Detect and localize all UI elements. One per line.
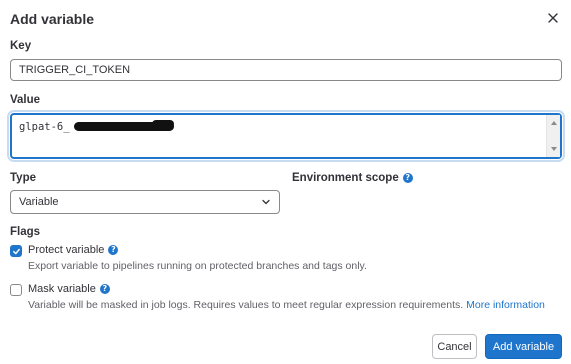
modal-title: Add variable — [10, 11, 95, 27]
type-label: Type — [10, 172, 36, 184]
textarea-scrollbar[interactable] — [546, 115, 560, 157]
scroll-up-icon[interactable] — [550, 119, 558, 127]
key-label: Key — [10, 40, 32, 52]
environment-scope-label-text: Environment scope — [292, 172, 399, 184]
question-icon[interactable]: ? — [108, 245, 119, 256]
value-text: glpat-6_ — [19, 121, 70, 133]
close-icon[interactable] — [545, 10, 561, 26]
add-variable-button[interactable]: Add variable — [485, 334, 562, 359]
key-input-value: TRIGGER_CI_TOKEN — [19, 64, 131, 76]
protect-variable-help: Export variable to pipelines running on … — [28, 260, 367, 272]
mask-variable-help: Variable will be masked in job logs. Req… — [28, 299, 464, 311]
chevron-down-icon — [262, 199, 270, 205]
protect-variable-row: Protect variable? Export variable to pip… — [10, 244, 367, 272]
type-select[interactable]: Variable — [10, 190, 280, 214]
flags-label: Flags — [10, 226, 41, 238]
cancel-button[interactable]: Cancel — [432, 334, 477, 359]
mask-variable-row: Mask variable? Variable will be masked i… — [10, 283, 545, 311]
redaction-mark — [152, 120, 174, 128]
value-textarea[interactable]: glpat-6_ — [10, 113, 562, 159]
scroll-down-icon[interactable] — [550, 145, 558, 153]
protect-variable-label: Protect variable — [28, 244, 105, 256]
mask-variable-checkbox[interactable] — [10, 284, 22, 296]
more-information-link[interactable]: More information — [466, 299, 545, 311]
protect-variable-checkbox[interactable] — [10, 245, 22, 257]
mask-variable-label: Mask variable — [28, 283, 96, 295]
key-input[interactable]: TRIGGER_CI_TOKEN — [10, 59, 562, 81]
add-variable-modal: Add variable Key TRIGGER_CI_TOKEN Value … — [0, 0, 571, 364]
type-selected-value: Variable — [19, 196, 59, 208]
checkmark-icon — [12, 248, 20, 254]
environment-scope-label: Environment scope? — [292, 172, 413, 184]
question-icon[interactable]: ? — [402, 172, 413, 183]
question-icon[interactable]: ? — [99, 284, 110, 295]
value-label: Value — [10, 94, 41, 106]
